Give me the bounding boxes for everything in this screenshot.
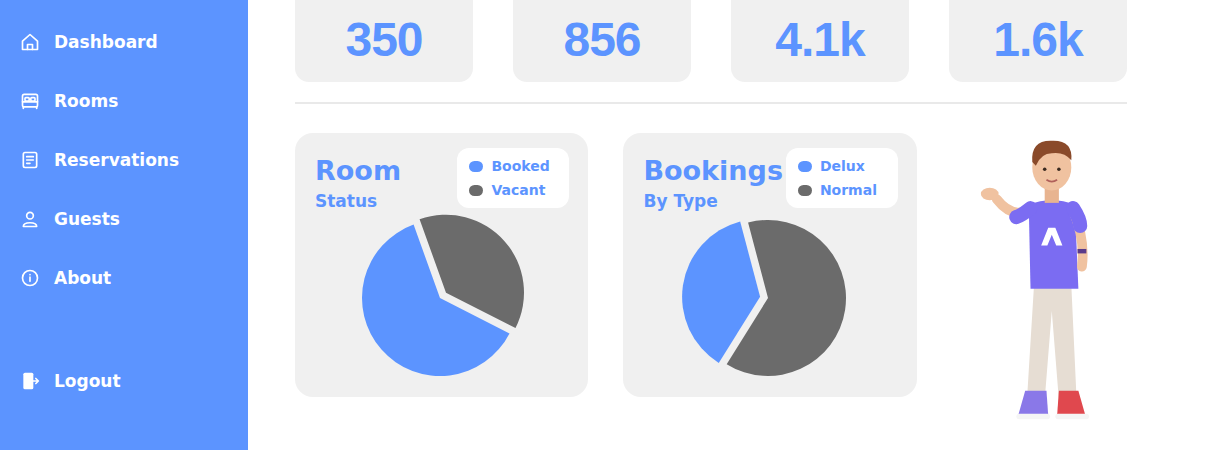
sidebar-item[interactable]: Rooms [0,71,248,130]
user-icon [20,209,40,229]
stat-value: 350 [345,12,422,67]
legend-dot [798,185,812,196]
sidebar-item-label: Rooms [54,91,118,111]
clipboard-icon [20,150,40,170]
stat-card: 4.1k [731,0,909,82]
logout-button[interactable]: Logout [0,351,248,410]
chart-subtitle: By Type [643,190,783,212]
info-icon [20,268,40,288]
legend-label: Normal [820,182,877,198]
sidebar-item[interactable]: About [0,248,248,307]
legend-dot [469,185,483,196]
legend-item: Delux [798,158,886,174]
stat-row: 350 856 4.1k 1.6k [295,0,1127,82]
dashboard-main: 3508564.1k1.6kRoomStatusBookedVacantBook… [248,0,1206,450]
avatar-character-icon [972,115,1127,445]
pie-chart [668,212,868,387]
chart-title: Bookings [643,156,783,186]
home-icon [20,32,40,52]
chart-row: RoomStatusBookedVacantBookingsBy TypeDel… [295,133,1127,445]
sidebar-item-label: Dashboard [54,32,158,52]
legend-label: Vacant [491,182,545,198]
stat-card: 856 [513,0,691,82]
pie-chart [340,212,540,387]
legend-item: Vacant [469,182,557,198]
stat-card: 350 [295,0,473,82]
stat-value: 4.1k [775,12,864,67]
sidebar: Dashboard Rooms Reservations Guests About Log… [0,0,248,450]
pie-slice-group [420,215,524,328]
pie-slice [727,220,846,376]
stat-value: 856 [563,12,640,67]
legend-dot [798,161,812,172]
legend-label: Booked [491,158,549,174]
divider [295,102,1127,104]
sidebar-item-label: About [54,268,111,288]
chart-card: Room Status Booked Vacant [295,133,588,397]
sidebar-item[interactable]: Reservations [0,130,248,189]
pie-slice [420,215,524,328]
stat-value: 1.6k [993,12,1082,67]
sidebar-menu: Dashboard Rooms Reservations Guests About [0,12,248,307]
legend-item: Normal [798,182,886,198]
chart-title: Room [315,156,401,186]
sidebar-item[interactable]: Dashboard [0,12,248,71]
logout-icon [20,371,40,391]
chart-card: Bookings By Type Delux Normal [623,133,916,397]
sidebar-item[interactable]: Guests [0,189,248,248]
pie-slice-group [727,220,846,376]
legend-dot [469,161,483,172]
chart-legend: Booked Vacant [457,148,569,208]
stat-card: 1.6k [949,0,1127,82]
legend-item: Booked [469,158,557,174]
chart-subtitle: Status [315,190,401,212]
legend-label: Delux [820,158,865,174]
logout-label: Logout [54,371,121,391]
chart-legend: Delux Normal [786,148,898,208]
sidebar-item-label: Guests [54,209,120,229]
sidebar-item-label: Reservations [54,150,179,170]
bed-icon [20,91,40,111]
